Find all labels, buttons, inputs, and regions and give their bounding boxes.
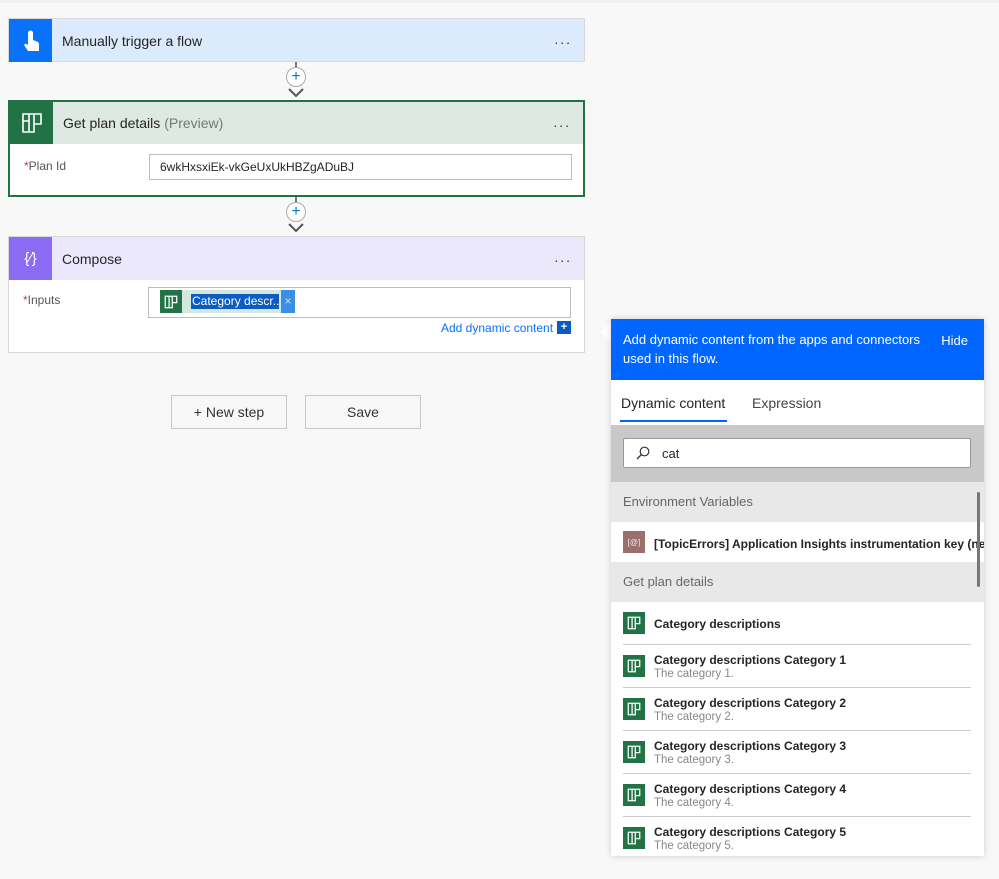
item-title: Category descriptions <box>654 617 781 631</box>
hand-touch-icon <box>9 19 52 62</box>
planner-icon <box>160 290 182 313</box>
compose-icon: {∕} <box>9 237 52 280</box>
search-input[interactable]: cat <box>623 438 971 468</box>
item-title: [TopicErrors] Application Insights instr… <box>654 537 984 551</box>
list-item[interactable]: Category descriptions Category 4 The cate… <box>623 774 971 817</box>
add-dynamic-content-link[interactable]: Add dynamic content <box>441 321 553 335</box>
item-title: Category descriptions Category 1 <box>654 653 847 667</box>
trigger-title: Manually trigger a flow <box>62 32 203 49</box>
add-dynamic-content-icon[interactable]: + <box>557 321 571 334</box>
active-tab-indicator <box>620 420 727 422</box>
environment-variable-icon: [@] <box>623 531 645 553</box>
top-bar <box>0 0 999 3</box>
planner-icon <box>623 741 645 763</box>
hide-button[interactable]: Hide <box>941 333 968 348</box>
list-item[interactable]: Category descriptions Category 5 The cate… <box>623 817 971 856</box>
item-title: Category descriptions Category 5 <box>654 825 847 839</box>
search-icon <box>636 446 650 460</box>
tab-dynamic-content[interactable]: Dynamic content <box>621 395 725 411</box>
insert-step-button[interactable]: + <box>286 67 306 87</box>
trigger-card[interactable]: Manually trigger a flow ... <box>8 18 585 62</box>
compose-title: Compose <box>62 250 122 267</box>
plan-id-input[interactable]: 6wkHxsxiEk-vkGeUxUkHBZgADuBJ <box>149 154 572 180</box>
panel-header: Add dynamic content from the apps and co… <box>611 319 984 380</box>
item-subtitle: The category 1. <box>654 668 734 680</box>
item-subtitle: The category 2. <box>654 711 734 723</box>
token-label: Category descr... <box>191 294 279 309</box>
search-value: cat <box>662 446 680 461</box>
search-area: cat <box>611 425 984 482</box>
list-item[interactable]: Category descriptions Category 1 The cate… <box>623 645 971 688</box>
planner-icon <box>623 784 645 806</box>
compose-header[interactable]: {∕} Compose <box>9 237 584 280</box>
item-subtitle: The category 3. <box>654 754 734 766</box>
dynamic-token[interactable]: Category descr... × <box>160 290 295 313</box>
compose-card[interactable]: {∕} Compose ... *Inputs Category descr..… <box>8 236 585 353</box>
list-item[interactable]: Category descriptions <box>623 602 971 645</box>
dynamic-content-panel: Add dynamic content from the apps and co… <box>611 319 984 856</box>
get-plan-details-card[interactable]: Get plan details (Preview) ... *Plan Id … <box>8 100 585 197</box>
new-step-button[interactable]: + New step <box>171 395 287 429</box>
token-remove-button[interactable]: × <box>281 290 295 313</box>
plan-header[interactable]: Get plan details (Preview) <box>10 102 583 144</box>
plan-title: Get plan details <box>63 115 161 131</box>
planner-icon <box>10 102 53 144</box>
panel-pointer <box>600 322 611 342</box>
section-get-plan-details: Get plan details <box>611 562 984 602</box>
item-title: Category descriptions Category 3 <box>654 739 847 753</box>
insert-step-button[interactable]: + <box>286 202 306 222</box>
compose-more-button[interactable]: ... <box>554 249 572 265</box>
plan-id-label: Plan Id <box>28 159 67 173</box>
plan-more-button[interactable]: ... <box>553 114 571 130</box>
save-button[interactable]: Save <box>305 395 421 429</box>
panel-header-text: Add dynamic content from the apps and co… <box>623 332 921 366</box>
list-item[interactable]: [@] [TopicErrors] Application Insights i… <box>623 522 984 562</box>
arrow-down-icon <box>288 88 304 98</box>
item-title: Category descriptions Category 4 <box>654 782 847 796</box>
planner-icon <box>623 827 645 849</box>
inputs-field[interactable]: Category descr... × <box>148 287 571 318</box>
inputs-label: Inputs <box>27 293 61 307</box>
planner-icon <box>623 698 645 720</box>
preview-tag: (Preview) <box>164 115 224 131</box>
scrollbar[interactable] <box>977 492 980 587</box>
planner-icon <box>623 655 645 677</box>
item-subtitle: The category 4. <box>654 797 734 809</box>
planner-icon <box>623 612 645 634</box>
section-environment-variables: Environment Variables <box>611 482 984 522</box>
list-item[interactable]: Category descriptions Category 3 The cate… <box>623 731 971 774</box>
trigger-header[interactable]: Manually trigger a flow <box>9 19 584 62</box>
list-item[interactable]: Category descriptions Category 2 The cate… <box>623 688 971 731</box>
trigger-more-button[interactable]: ... <box>554 31 572 47</box>
item-subtitle: The category 5. <box>654 840 734 852</box>
arrow-down-icon <box>288 223 304 233</box>
tab-expression[interactable]: Expression <box>752 395 821 411</box>
item-title: Category descriptions Category 2 <box>654 696 847 710</box>
